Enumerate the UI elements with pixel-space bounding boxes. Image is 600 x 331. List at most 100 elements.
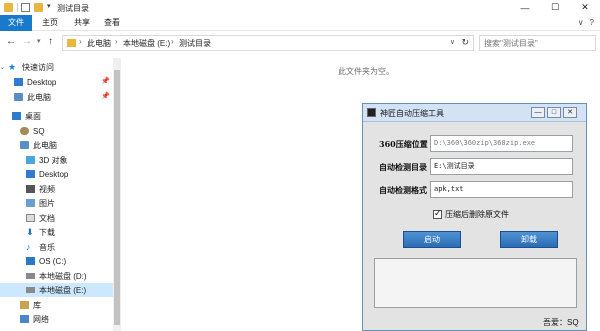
dialog-close-button[interactable]: ✕ [563, 107, 577, 118]
sidebar-item-label: 此电脑 [33, 140, 57, 150]
ribbon-tabs: 文件 主页 共享 查看 ∨ ? [0, 15, 600, 31]
sidebar-scrollbar[interactable] [113, 58, 121, 331]
maximize-button[interactable]: ☐ [540, 0, 570, 15]
delete-original-checkbox-row[interactable]: 压缩后删除原文件 [433, 208, 509, 220]
file-explorer-window: ▾ 测试目录 — ☐ ✕ 文件 主页 共享 查看 ∨ ? ← → ▾ ↑ › 此… [0, 0, 600, 331]
drive-icon [26, 287, 35, 293]
sidebar-item-label: 视频 [39, 184, 55, 194]
watch-dir-field[interactable]: E:\测试目录 [430, 158, 573, 175]
sidebar-item-user-sq[interactable]: SQ [0, 124, 114, 138]
windows-drive-icon [26, 257, 35, 265]
address-dropdown-icon[interactable]: ∨ [450, 38, 455, 46]
dialog-title-bar[interactable]: 神匠自动压缩工具 — □ ✕ [363, 104, 586, 122]
window-title: 测试目录 [57, 4, 89, 13]
start-button[interactable]: 启动 [403, 231, 461, 248]
network-icon [20, 315, 29, 323]
sidebar-item-drive-e[interactable]: 本地磁盘 (E:) [0, 283, 114, 297]
sidebar-item-this-pc-pinned[interactable]: 此电脑 📌 [0, 90, 114, 104]
sidebar-item-drive-d[interactable]: 本地磁盘 (D:) [0, 269, 114, 283]
sidebar-item-desktop-root[interactable]: 桌面 [0, 109, 114, 123]
breadcrumb-local-disk-e[interactable]: 本地磁盘 (E:) [123, 38, 170, 49]
minimize-button[interactable]: — [510, 0, 540, 15]
sidebar-item-quick-access[interactable]: ⌄ ★ 快速访问 [0, 60, 114, 74]
computer-icon [20, 141, 29, 149]
search-box[interactable] [479, 35, 596, 51]
close-button[interactable]: ✕ [570, 0, 600, 15]
documents-icon [26, 214, 35, 222]
sidebar-item-downloads[interactable]: ⬇ 下载 [0, 225, 114, 239]
breadcrumb-this-pc[interactable]: 此电脑 [87, 38, 111, 49]
compress-tool-dialog: 神匠自动压缩工具 — □ ✕ 360压缩位置 D:\360\360zip\360… [362, 103, 587, 331]
desktop-icon [14, 78, 23, 86]
sidebar-item-this-pc[interactable]: 此电脑 [0, 138, 114, 152]
tab-file[interactable]: 文件 [0, 15, 32, 31]
sidebar-item-documents[interactable]: 文档 [0, 211, 114, 225]
navigation-bar: ← → ▾ ↑ › 此电脑 › 本地磁盘 (E:) › 测试目录 ∨ ↻ [0, 32, 600, 53]
download-icon: ⬇ [26, 226, 34, 237]
search-input[interactable] [480, 36, 595, 50]
refresh-icon[interactable]: ↻ [461, 37, 469, 48]
navigation-pane: ⌄ ★ 快速访问 Desktop 📌 此电脑 📌 桌面 SQ 此电脑 3D 对象… [0, 58, 121, 331]
unload-button[interactable]: 卸载 [500, 231, 558, 248]
sidebar-item-videos[interactable]: 视频 [0, 182, 114, 196]
computer-icon [14, 93, 23, 101]
sidebar-item-desktop-pinned[interactable]: Desktop 📌 [0, 75, 114, 89]
delete-original-label: 压缩后删除原文件 [445, 210, 509, 219]
chevron-right-icon[interactable]: › [171, 37, 174, 46]
forward-arrow-icon[interactable]: → [22, 36, 32, 47]
sidebar-item-label: 桌面 [25, 111, 41, 121]
user-icon [20, 127, 29, 135]
sidebar-item-network[interactable]: 网络 [0, 312, 114, 326]
sidebar-item-pictures[interactable]: 图片 [0, 196, 114, 210]
zip-path-label: 360压缩位置 [379, 139, 428, 149]
new-folder-icon[interactable] [34, 3, 43, 12]
address-bar[interactable]: › 此电脑 › 本地磁盘 (E:) › 测试目录 ∨ ↻ [62, 35, 474, 51]
star-icon: ★ [8, 61, 17, 72]
sidebar-item-label: 下载 [39, 227, 55, 237]
chevron-down-icon[interactable]: ∨ [578, 18, 584, 27]
library-icon [20, 301, 29, 309]
title-bar: ▾ 测试目录 — ☐ ✕ [0, 0, 600, 15]
recent-locations-chevron-icon[interactable]: ▾ [37, 37, 41, 45]
sidebar-item-3d-objects[interactable]: 3D 对象 [0, 153, 114, 167]
up-arrow-icon[interactable]: ↑ [48, 36, 53, 47]
sidebar-item-desktop[interactable]: Desktop [0, 167, 114, 181]
dialog-title: 神匠自动压缩工具 [380, 109, 444, 118]
app-icon [367, 108, 376, 117]
back-arrow-icon[interactable]: ← [6, 36, 16, 47]
sidebar-item-music[interactable]: ♪ 音乐 [0, 240, 114, 254]
empty-folder-message: 此文件夹为空。 [338, 67, 394, 76]
log-output-box[interactable] [374, 258, 577, 308]
sidebar-item-label: 此电脑 [27, 92, 51, 102]
quick-access-toolbar-dropdown-icon[interactable]: ▾ [47, 2, 51, 10]
breadcrumb-test-dir[interactable]: 测试目录 [179, 38, 211, 49]
sidebar-item-label: 快速访问 [22, 62, 54, 72]
folder-icon [4, 3, 13, 12]
dialog-minimize-button[interactable]: — [531, 107, 545, 118]
delete-original-checkbox[interactable] [433, 208, 442, 219]
sidebar-item-label: 本地磁盘 (D:) [39, 271, 87, 281]
scrollbar-thumb[interactable] [114, 70, 120, 325]
properties-icon[interactable] [21, 3, 30, 12]
sidebar-item-drive-c[interactable]: OS (C:) [0, 254, 114, 268]
sidebar-item-label: Desktop [27, 77, 57, 87]
chevron-right-icon[interactable]: › [115, 37, 118, 46]
tab-share[interactable]: 共享 [70, 15, 94, 31]
title-separator [17, 3, 18, 12]
pin-icon: 📌 [101, 93, 110, 100]
chevron-down-icon[interactable]: ⌄ [0, 64, 8, 71]
dialog-maximize-button[interactable]: □ [547, 107, 561, 118]
sidebar-item-label: 库 [33, 300, 41, 310]
chevron-right-icon[interactable]: › [79, 37, 82, 46]
zip-path-field[interactable]: D:\360\360zip\360zip.exe [430, 135, 573, 152]
pin-icon: 📌 [101, 78, 110, 85]
sidebar-item-label: 文档 [39, 213, 55, 223]
sidebar-item-label: SQ [33, 126, 45, 136]
help-icon[interactable]: ? [590, 18, 594, 27]
sidebar-item-label: 网络 [33, 314, 49, 324]
sidebar-item-libraries[interactable]: 库 [0, 298, 114, 312]
tab-home[interactable]: 主页 [38, 15, 62, 31]
desktop-icon [26, 170, 35, 178]
tab-view[interactable]: 查看 [100, 15, 124, 31]
watch-format-field[interactable]: apk,txt [430, 181, 573, 198]
